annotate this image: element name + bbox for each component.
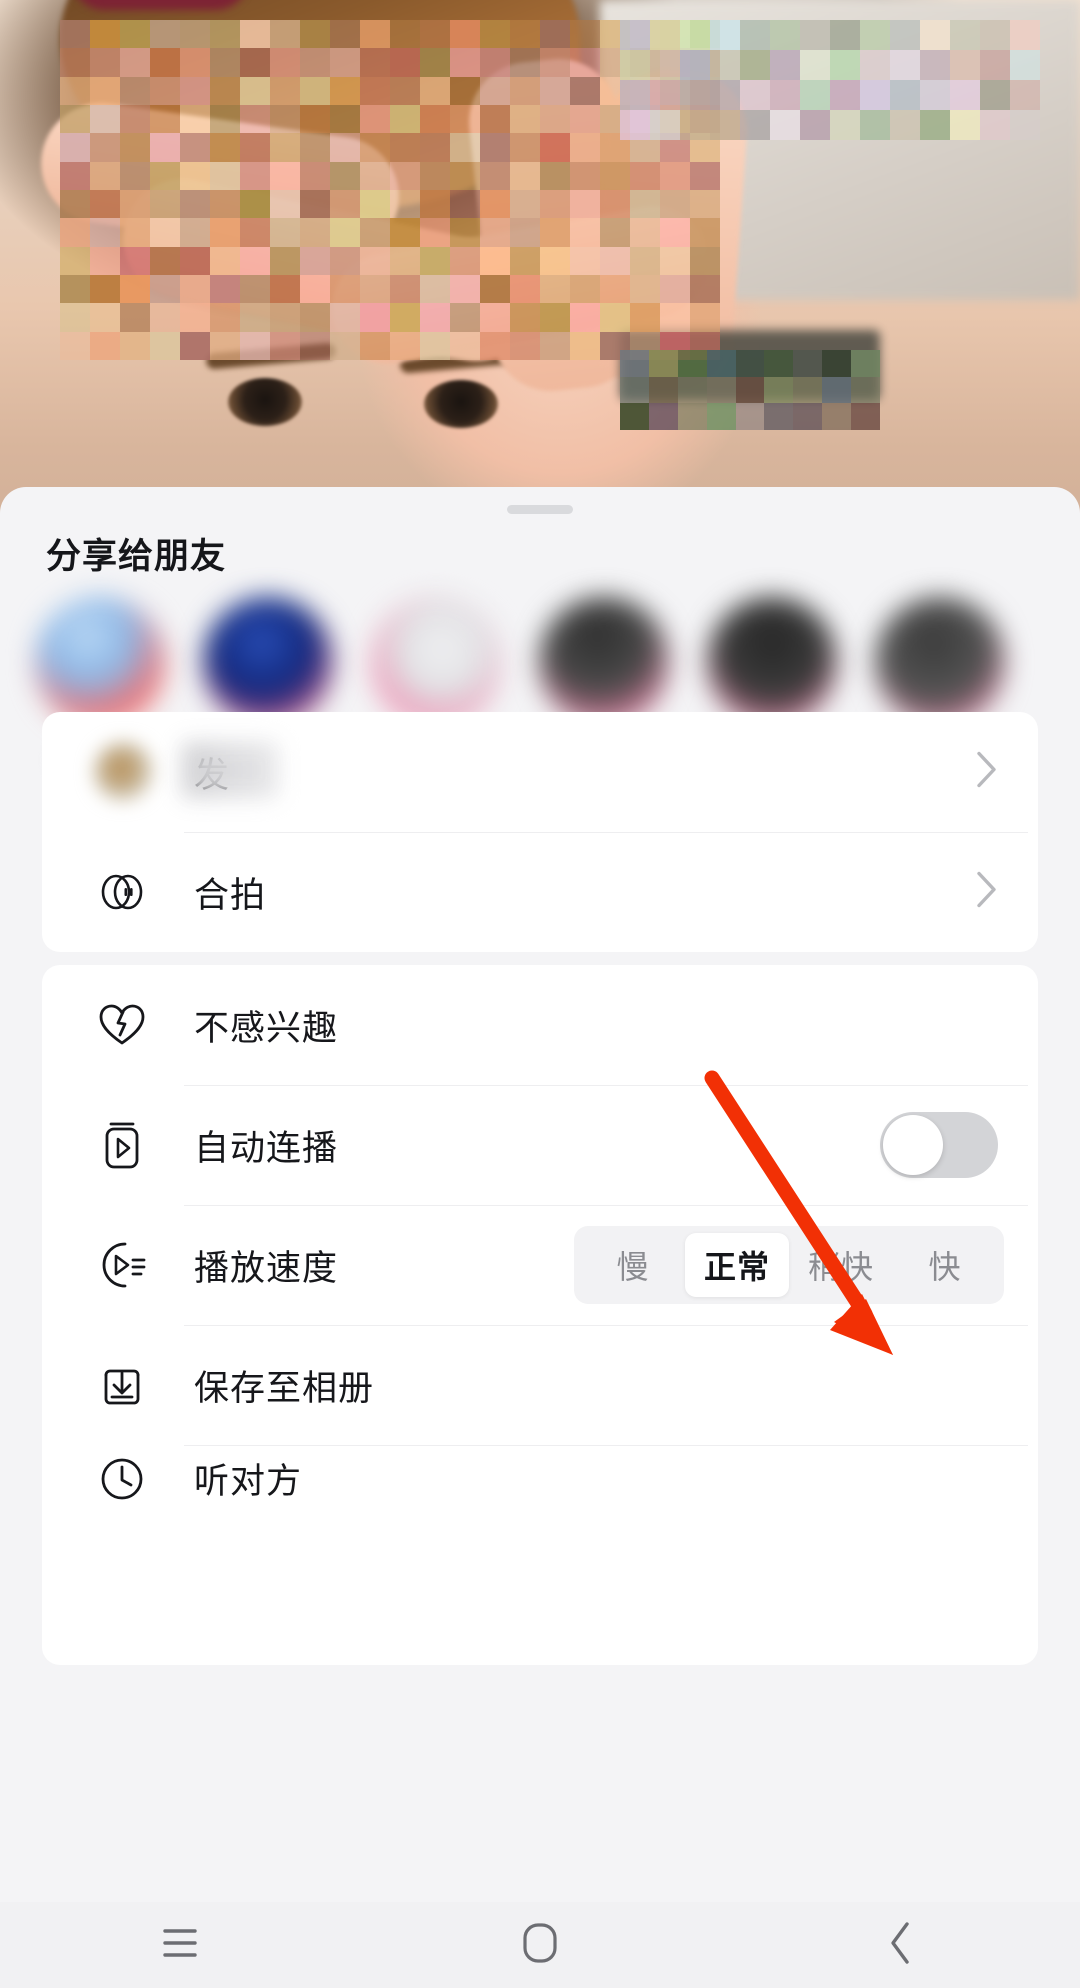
row-forward[interactable]: 发 <box>42 712 1038 832</box>
playback-speed-icon <box>94 1237 150 1293</box>
eye-left <box>228 378 302 426</box>
sheet-drag-handle[interactable] <box>507 505 573 514</box>
speed-option-normal[interactable]: 正常 <box>685 1233 789 1297</box>
avatar <box>35 597 165 727</box>
menu-lines-icon <box>158 1926 202 1965</box>
avatar <box>707 597 837 727</box>
row-save-to-album[interactable]: 保存至相册 <box>42 1325 1038 1445</box>
sheet-title: 分享给朋友 <box>46 537 227 576</box>
row-cutoff[interactable]: 听对方 <box>42 1445 1038 1505</box>
download-to-album-icon <box>94 1357 150 1413</box>
row-duet[interactable]: 合拍 <box>42 832 1038 952</box>
blurred-label-mask <box>182 742 278 798</box>
toggle-knob <box>883 1115 943 1175</box>
autoplay-toggle[interactable] <box>880 1112 998 1178</box>
speed-option-fast[interactable]: 快 <box>893 1233 997 1297</box>
avatar <box>539 597 669 727</box>
chevron-right-icon <box>976 871 998 914</box>
back-button[interactable] <box>840 1902 960 1988</box>
row-autoplay[interactable]: 自动连播 <box>42 1085 1038 1205</box>
action-card-secondary: 不感兴趣 自动连播 播放速度 慢 正常 稍快 快 保存至相册 听对方 <box>42 965 1038 1665</box>
clock-icon <box>94 1447 150 1503</box>
home-rounded-square-icon <box>520 1920 560 1971</box>
chevron-left-icon <box>885 1919 915 1972</box>
speed-option-slow[interactable]: 慢 <box>581 1233 685 1297</box>
blurred-avatar-icon <box>94 742 154 802</box>
autoplay-video-icon <box>94 1117 150 1173</box>
eye-right <box>424 380 498 428</box>
hair-scrunchie <box>70 0 250 10</box>
avatar <box>203 597 333 727</box>
row-label: 播放速度 <box>194 1248 339 1288</box>
row-not-interested[interactable]: 不感兴趣 <box>42 965 1038 1085</box>
duet-circles-icon <box>94 864 150 920</box>
broken-heart-icon <box>94 997 150 1053</box>
row-label: 听对方 <box>194 1461 303 1501</box>
speed-option-faster[interactable]: 稍快 <box>789 1233 893 1297</box>
home-button[interactable] <box>480 1902 600 1988</box>
row-label: 合拍 <box>194 875 267 915</box>
android-navigation-bar <box>0 1902 1080 1988</box>
video-background[interactable] <box>0 0 1080 560</box>
avatar <box>875 597 1005 727</box>
avatar <box>371 597 501 727</box>
chevron-right-icon <box>976 751 998 794</box>
row-label: 不感兴趣 <box>194 1008 339 1048</box>
action-card-primary: 发 合拍 <box>42 712 1038 952</box>
recents-button[interactable] <box>120 1902 240 1988</box>
row-label: 自动连播 <box>194 1128 339 1168</box>
share-bottom-sheet: 分享给朋友 发 <box>0 487 1080 1902</box>
row-playback-speed[interactable]: 播放速度 慢 正常 稍快 快 <box>42 1205 1038 1325</box>
pixelation-mosaic-secondary <box>620 20 1040 140</box>
row-label: 保存至相册 <box>194 1368 375 1408</box>
playback-speed-segmented-control[interactable]: 慢 正常 稍快 快 <box>574 1226 1004 1304</box>
pixelation-mosaic-lower <box>620 350 880 430</box>
